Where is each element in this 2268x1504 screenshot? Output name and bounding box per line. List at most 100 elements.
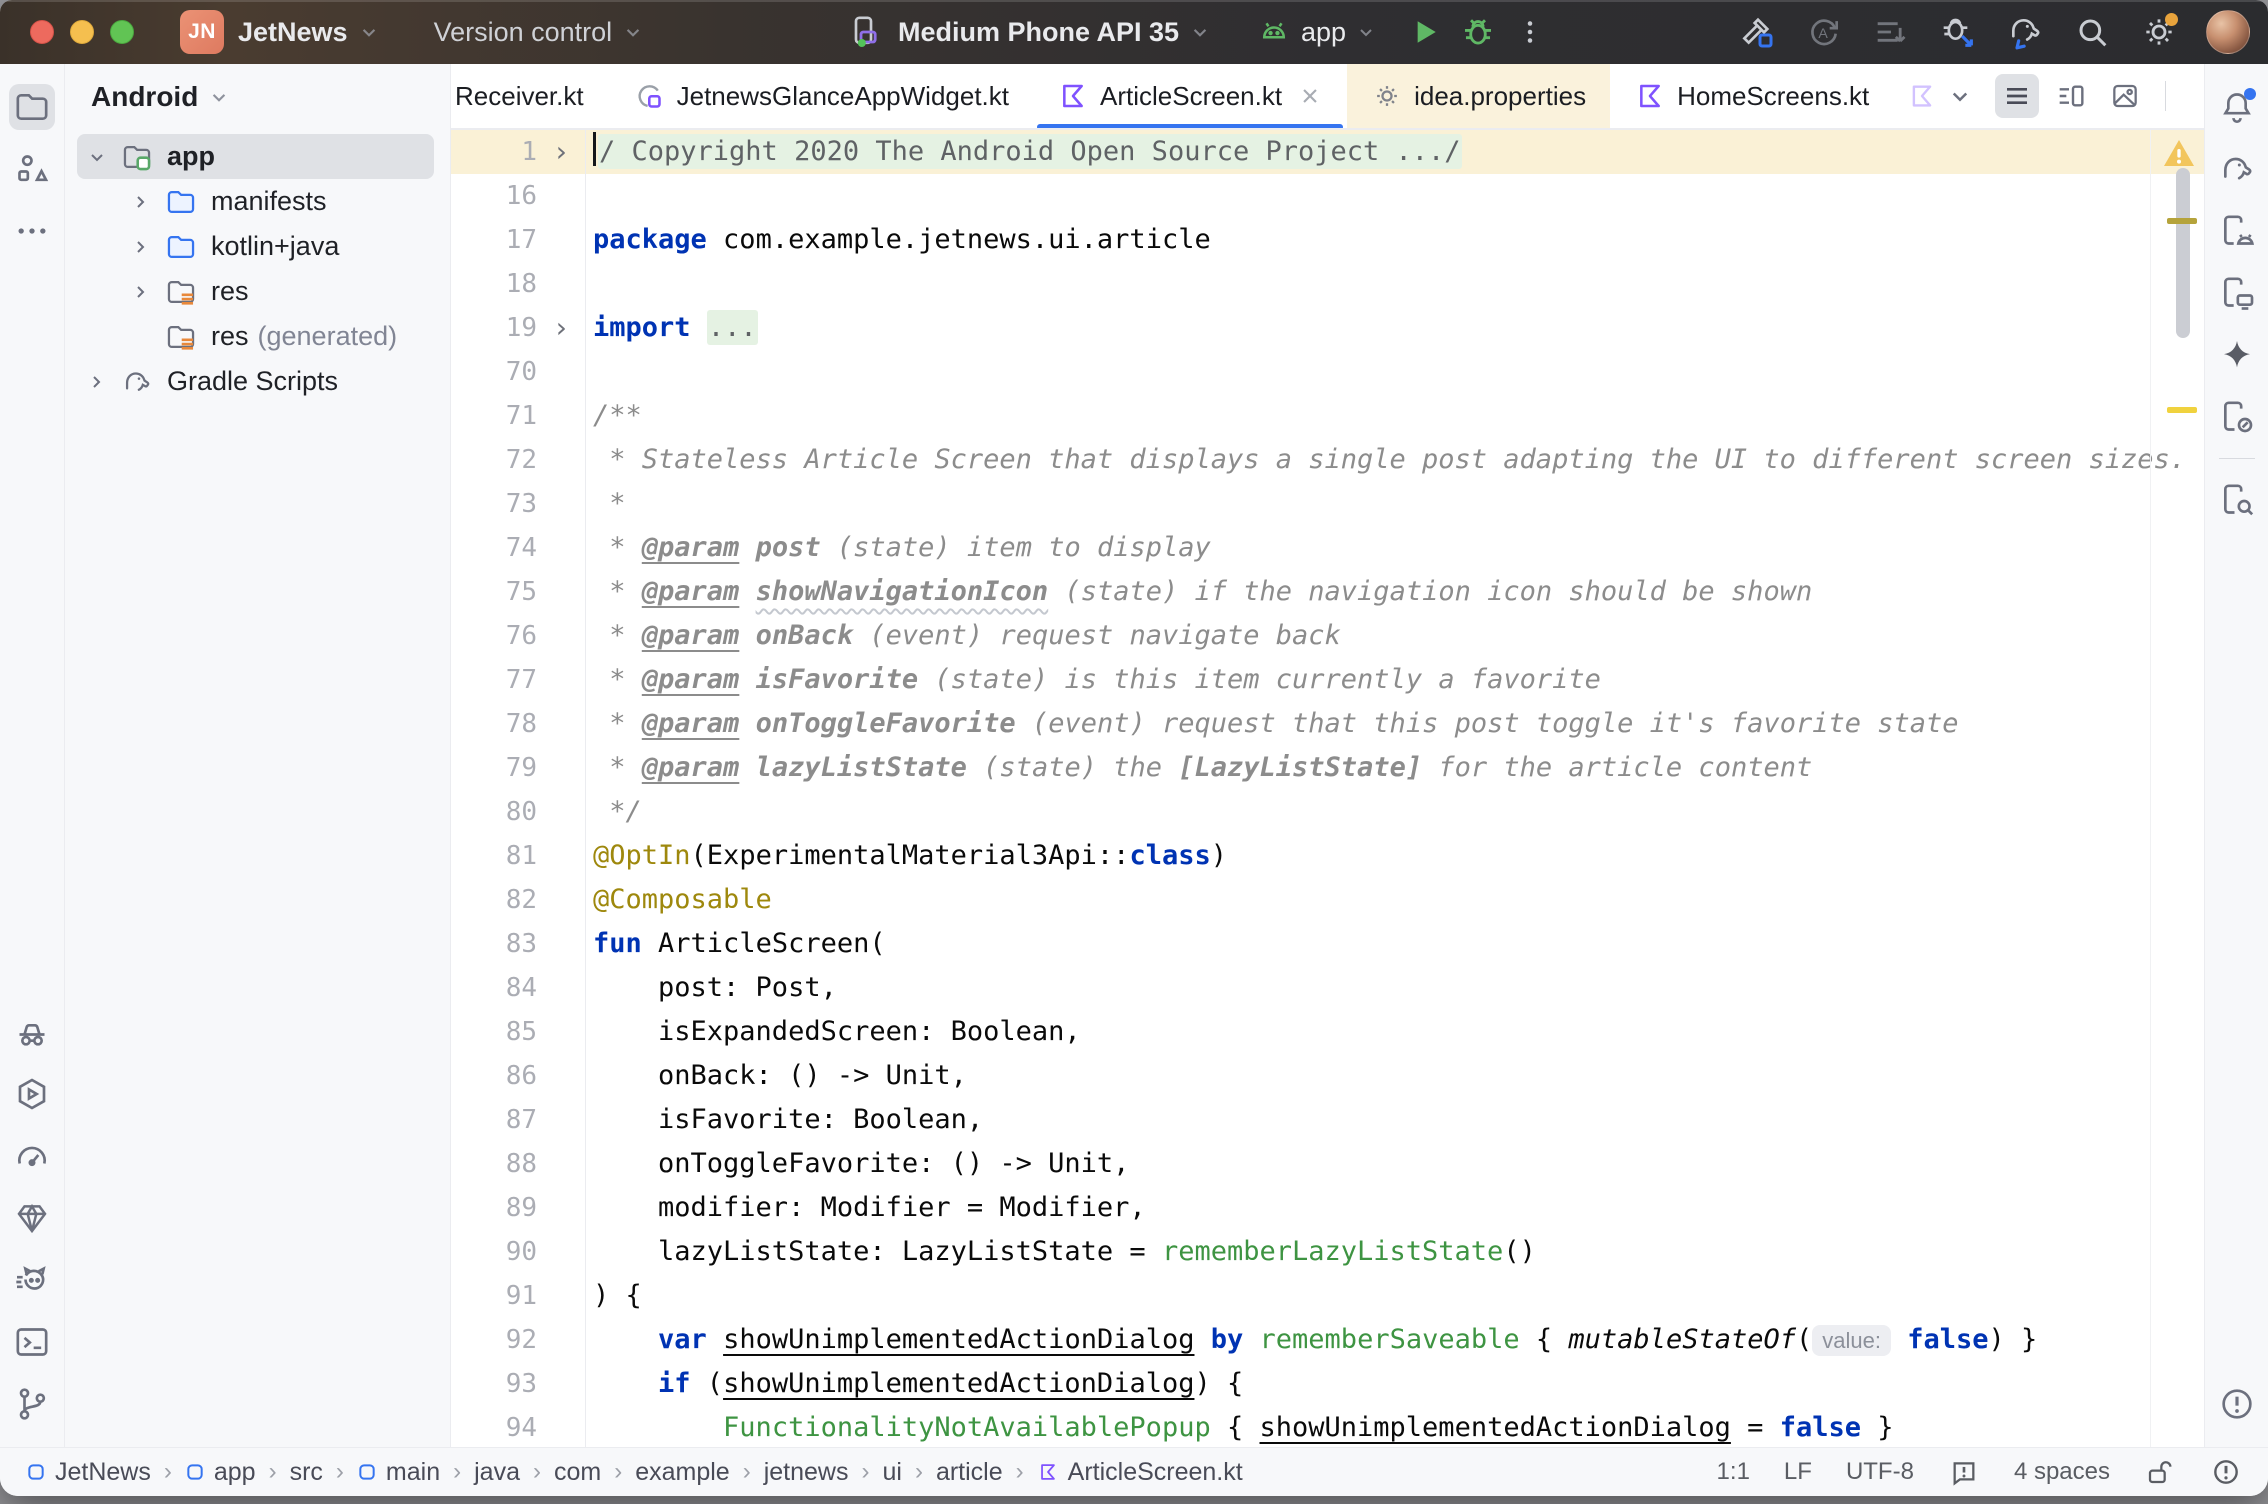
notifications-button[interactable] — [2214, 84, 2260, 130]
encoding-widget[interactable]: UTF-8 — [1846, 1458, 1914, 1486]
code-line[interactable]: 77 * @param isFavorite (state) is this i… — [451, 658, 2204, 702]
attach-debugger-icon[interactable] — [1938, 12, 1978, 52]
code-line[interactable]: 82@Composable — [451, 878, 2204, 922]
code-line[interactable]: 16 — [451, 174, 2204, 218]
inspections-status-icon[interactable] — [2210, 1456, 2242, 1488]
apply-changes-icon[interactable]: A — [1804, 12, 1844, 52]
preview-view-button[interactable] — [2103, 74, 2147, 118]
chevron-down-icon[interactable] — [77, 145, 117, 169]
code-line[interactable]: 74 * @param post (state) item to display — [451, 526, 2204, 570]
run-button[interactable] — [1404, 12, 1444, 52]
more-tool-windows-button[interactable] — [9, 208, 55, 254]
breadcrumb-item[interactable]: com — [554, 1458, 601, 1487]
device-selector[interactable]: Medium Phone API 35 — [846, 0, 1213, 64]
profiler-tool-button[interactable] — [9, 1133, 55, 1179]
logcat-tool-button[interactable] — [9, 1257, 55, 1303]
chevron-right-icon[interactable] — [121, 280, 161, 304]
breadcrumb-item[interactable]: main — [357, 1458, 440, 1487]
code-line[interactable]: 83fun ArticleScreen( — [451, 922, 2204, 966]
search-icon[interactable] — [2072, 12, 2112, 52]
tree-item-res[interactable]: res — [77, 269, 434, 314]
code-line[interactable]: 17package com.example.jetnews.ui.article — [451, 218, 2204, 262]
code-line[interactable]: 92 var showUnimplementedActionDialog by … — [451, 1318, 2204, 1362]
debug-button[interactable] — [1458, 12, 1498, 52]
code-line[interactable]: 78 * @param onToggleFavorite (event) req… — [451, 702, 2204, 746]
problems-icon[interactable] — [1948, 1456, 1980, 1488]
chevron-right-icon[interactable] — [77, 370, 117, 394]
warning-stripe-mark[interactable] — [2167, 407, 2197, 413]
project-view-selector[interactable]: Android — [65, 64, 450, 130]
code-line[interactable]: 72 * Stateless Article Screen that displ… — [451, 438, 2204, 482]
tree-item-res-generated[interactable]: res (generated) — [77, 314, 434, 359]
chevron-right-icon[interactable] — [121, 190, 161, 214]
tab-article-screen[interactable]: ArticleScreen.kt — [1033, 64, 1347, 128]
tree-item-manifests[interactable]: manifests — [77, 179, 434, 224]
breadcrumb-item[interactable]: src — [290, 1458, 323, 1487]
code-line[interactable]: 80 */ — [451, 790, 2204, 834]
breadcrumb-item[interactable]: java — [474, 1458, 520, 1487]
device-explorer-tool-button[interactable] — [2214, 394, 2260, 440]
user-avatar[interactable] — [2206, 10, 2250, 54]
run-configuration-selector[interactable]: app — [1256, 14, 1378, 50]
indent-widget[interactable]: 4 spaces — [2014, 1458, 2110, 1486]
build-button[interactable] — [1737, 12, 1777, 52]
problems-tool-button[interactable] — [2214, 1381, 2260, 1427]
code-line[interactable]: 93 if (showUnimplementedActionDialog) { — [451, 1362, 2204, 1406]
device-manager-tool-button[interactable] — [2214, 208, 2260, 254]
code-line[interactable]: 84 post: Post, — [451, 966, 2204, 1010]
code-line[interactable]: 87 isFavorite: Boolean, — [451, 1098, 2204, 1142]
more-vertical-icon[interactable] — [1510, 12, 1550, 52]
code-line[interactable]: 71/** — [451, 394, 2204, 438]
close-tab-icon[interactable] — [1297, 83, 1323, 109]
split-editor-view-button[interactable] — [2049, 74, 2093, 118]
code-line[interactable]: 75 * @param showNavigationIcon (state) i… — [451, 570, 2204, 614]
terminal-tool-button[interactable] — [9, 1319, 55, 1365]
breadcrumb-item[interactable]: jetnews — [764, 1458, 849, 1487]
minimize-window-button[interactable] — [70, 20, 94, 44]
settings-icon[interactable] — [2139, 12, 2179, 52]
vcs-menu[interactable]: Version control — [434, 17, 613, 48]
code-line[interactable]: 1›/ Copyright 2020 The Android Open Sour… — [451, 130, 2204, 174]
code-line[interactable]: 90 lazyListState: LazyListState = rememb… — [451, 1230, 2204, 1274]
code-line[interactable]: 86 onBack: () -> Unit, — [451, 1054, 2204, 1098]
warning-stripe-mark[interactable] — [2167, 218, 2197, 224]
close-window-button[interactable] — [30, 20, 54, 44]
code-line[interactable]: 73 * — [451, 482, 2204, 526]
editor-scrollbar[interactable] — [2176, 168, 2190, 338]
tree-item-gradle-scripts[interactable]: Gradle Scripts — [77, 359, 434, 404]
code-line[interactable]: 81@OptIn(ExperimentalMaterial3Api::class… — [451, 834, 2204, 878]
code-line[interactable]: 94 FunctionalityNotAvailablePopup { show… — [451, 1406, 2204, 1447]
gemini-icon[interactable] — [2214, 332, 2260, 378]
gradle-sync-icon[interactable] — [2005, 12, 2045, 52]
tab-home-screens[interactable]: HomeScreens.kt — [1610, 64, 1893, 128]
code-line[interactable]: 88 onToggleFavorite: () -> Unit, — [451, 1142, 2204, 1186]
version-control-tool-button[interactable] — [9, 1381, 55, 1427]
chevron-down-icon[interactable] — [1945, 81, 1975, 111]
code-line[interactable]: 70 — [451, 350, 2204, 394]
device-file-search-tool-button[interactable] — [2214, 477, 2260, 523]
tab-jetnews-glance-app-widget[interactable]: JetnewsGlanceAppWidget.kt — [608, 64, 1033, 128]
caret-position-widget[interactable]: 1:1 — [1717, 1458, 1750, 1486]
code-editor[interactable]: 1›/ Copyright 2020 The Android Open Sour… — [451, 130, 2204, 1447]
zoom-window-button[interactable] — [110, 20, 134, 44]
app-inspection-tool-button[interactable] — [9, 1009, 55, 1055]
app-quality-insights-tool-button[interactable] — [9, 1195, 55, 1241]
line-separator-widget[interactable]: LF — [1784, 1458, 1812, 1486]
tree-item-app[interactable]: app — [77, 134, 434, 179]
breadcrumb-item[interactable]: ui — [882, 1458, 901, 1487]
breadcrumb-item[interactable]: JetNews — [26, 1458, 151, 1487]
breadcrumb-item[interactable]: article — [936, 1458, 1003, 1487]
code-line[interactable]: 85 isExpandedScreen: Boolean, — [451, 1010, 2204, 1054]
tab-receiver[interactable]: Receiver.kt — [451, 64, 608, 128]
apply-code-changes-icon[interactable] — [1871, 12, 1911, 52]
tree-item-kotlin-java[interactable]: kotlin+java — [77, 224, 434, 269]
project-menu[interactable]: JetNews — [238, 17, 348, 48]
chevron-right-icon[interactable] — [121, 235, 161, 259]
code-line[interactable]: 91) { — [451, 1274, 2204, 1318]
more-vertical-icon[interactable] — [2184, 74, 2204, 118]
profiler-session-tool-button[interactable] — [9, 1071, 55, 1117]
code-line[interactable]: 19›import ... — [451, 306, 2204, 350]
breadcrumb-item[interactable]: app — [185, 1458, 256, 1487]
running-devices-tool-button[interactable] — [2214, 270, 2260, 316]
code-line[interactable]: 89 modifier: Modifier = Modifier, — [451, 1186, 2204, 1230]
